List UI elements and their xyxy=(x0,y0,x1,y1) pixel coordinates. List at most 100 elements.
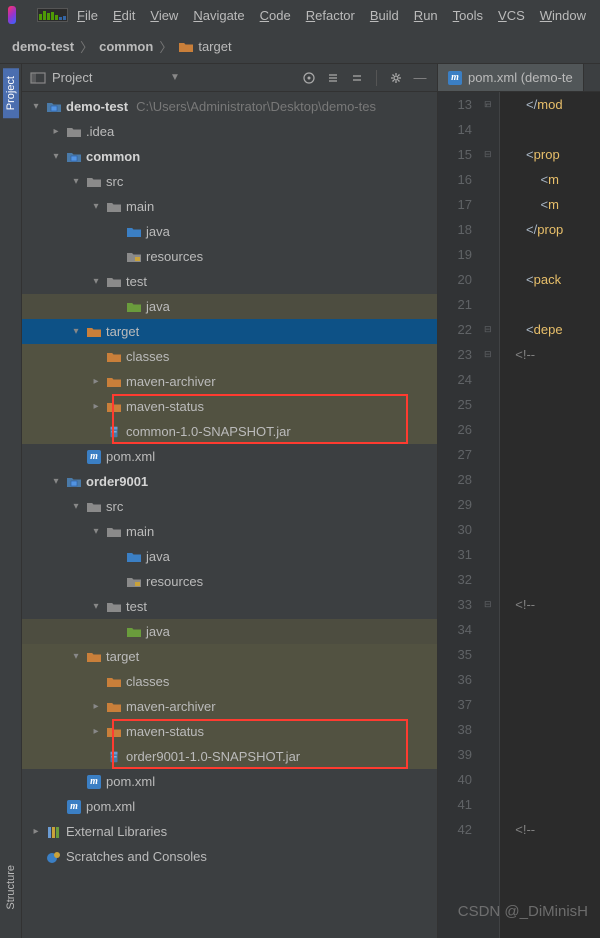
chevron-icon[interactable] xyxy=(110,251,122,262)
breadcrumb-demo-test[interactable]: demo-test xyxy=(12,39,74,54)
tree-item-maven-archiver[interactable]: ▸maven-archiver xyxy=(22,369,437,394)
chevron-icon[interactable]: ▸ xyxy=(90,701,102,712)
chevron-icon[interactable] xyxy=(110,226,122,237)
chevron-icon[interactable]: ▾ xyxy=(50,151,62,162)
fold-icon[interactable]: ⊟ xyxy=(484,324,492,335)
menu-code[interactable]: Code xyxy=(254,6,297,25)
tree-item-java[interactable]: java xyxy=(22,619,437,644)
dropdown-icon[interactable]: ▼ xyxy=(170,72,180,83)
chevron-icon[interactable]: ▾ xyxy=(90,276,102,287)
chevron-icon[interactable]: ▾ xyxy=(70,501,82,512)
performance-widget[interactable] xyxy=(37,8,68,22)
chevron-icon[interactable]: ▸ xyxy=(50,126,62,137)
line-number: 30 xyxy=(438,517,472,542)
chevron-icon[interactable] xyxy=(110,301,122,312)
tree-item-classes[interactable]: classes xyxy=(22,669,437,694)
tree-item-src[interactable]: ▾src xyxy=(22,494,437,519)
tree-item-target[interactable]: ▾target xyxy=(22,319,437,344)
tree-item-target[interactable]: ▾target xyxy=(22,644,437,669)
tree-item-src[interactable]: ▾src xyxy=(22,169,437,194)
menu-view[interactable]: View xyxy=(144,6,184,25)
menu-vcs[interactable]: VCS xyxy=(492,6,531,25)
menu-tools[interactable]: Tools xyxy=(447,6,489,25)
chevron-icon[interactable] xyxy=(70,776,82,787)
tree-item-java[interactable]: java xyxy=(22,219,437,244)
fold-icon[interactable]: ⊟ xyxy=(484,149,492,160)
chevron-icon[interactable]: ▸ xyxy=(90,376,102,387)
tree-item-classes[interactable]: classes xyxy=(22,344,437,369)
chevron-icon[interactable] xyxy=(70,451,82,462)
tree-item-demo-test[interactable]: ▾demo-testC:\Users\Administrator\Desktop… xyxy=(22,94,437,119)
tree-item-maven-status[interactable]: ▸maven-status xyxy=(22,394,437,419)
chevron-icon[interactable]: ▾ xyxy=(50,476,62,487)
menu-run[interactable]: Run xyxy=(408,6,444,25)
tree-item-main[interactable]: ▾main xyxy=(22,194,437,219)
tree-item-order9001-1-0-snapshot-jar[interactable]: order9001-1.0-SNAPSHOT.jar xyxy=(22,744,437,769)
rail-project[interactable]: Project xyxy=(3,68,19,118)
tree-item-test[interactable]: ▾test xyxy=(22,594,437,619)
editor-body[interactable]: 1314151617181920212223242526272829303132… xyxy=(438,92,600,938)
tree-item--idea[interactable]: ▸.idea xyxy=(22,119,437,144)
select-opened-file-icon[interactable] xyxy=(300,69,318,87)
line-number: 20 xyxy=(438,267,472,292)
chevron-icon[interactable]: ▾ xyxy=(90,526,102,537)
hide-icon[interactable]: — xyxy=(411,69,429,87)
chevron-icon[interactable] xyxy=(50,801,62,812)
project-tree[interactable]: ▾demo-testC:\Users\Administrator\Desktop… xyxy=(22,92,437,938)
tree-item-resources[interactable]: resources xyxy=(22,569,437,594)
fold-icon[interactable]: ⊟ xyxy=(484,349,492,360)
chevron-icon[interactable]: ▸ xyxy=(30,826,42,837)
chevron-icon[interactable] xyxy=(90,426,102,437)
rail-structure[interactable]: Structure xyxy=(3,857,19,918)
menu-file[interactable]: File xyxy=(71,6,104,25)
tree-item-pom-xml[interactable]: mpom.xml xyxy=(22,794,437,819)
chevron-icon[interactable]: ▾ xyxy=(70,176,82,187)
menu-build[interactable]: Build xyxy=(364,6,405,25)
tree-item-maven-archiver[interactable]: ▸maven-archiver xyxy=(22,694,437,719)
tree-item-pom-xml[interactable]: mpom.xml xyxy=(22,769,437,794)
tree-item-resources[interactable]: resources xyxy=(22,244,437,269)
tree-item-common-1-0-snapshot-jar[interactable]: common-1.0-SNAPSHOT.jar xyxy=(22,419,437,444)
chevron-icon[interactable] xyxy=(90,676,102,687)
tree-label: classes xyxy=(126,349,169,364)
line-number: 25 xyxy=(438,392,472,417)
chevron-icon[interactable]: ▾ xyxy=(70,651,82,662)
menu-refactor[interactable]: Refactor xyxy=(300,6,361,25)
chevron-icon[interactable] xyxy=(90,751,102,762)
breadcrumb-target[interactable]: target xyxy=(178,39,231,54)
tree-item-java[interactable]: java xyxy=(22,294,437,319)
chevron-icon[interactable]: ▾ xyxy=(30,101,42,112)
tree-item-pom-xml[interactable]: mpom.xml xyxy=(22,444,437,469)
project-view-label[interactable]: Project xyxy=(52,70,160,85)
chevron-icon[interactable]: ▸ xyxy=(90,726,102,737)
chevron-icon[interactable] xyxy=(110,626,122,637)
code-area[interactable]: </mod <prop <m <m </prop <pack <depe <!-… xyxy=(500,92,600,938)
editor-tab-pomxml[interactable]: m pom.xml (demo-te xyxy=(438,64,584,91)
fold-icon[interactable]: ⊟ xyxy=(484,599,492,610)
chevron-icon[interactable]: ▸ xyxy=(90,401,102,412)
tree-item-external-libraries[interactable]: ▸External Libraries xyxy=(22,819,437,844)
gear-icon[interactable] xyxy=(387,69,405,87)
chevron-icon[interactable]: ▾ xyxy=(90,601,102,612)
line-number: 19 xyxy=(438,242,472,267)
fold-gutter[interactable]: ⊟⊟⊟⊟⊟⌐ xyxy=(480,92,500,938)
expand-all-icon[interactable] xyxy=(324,69,342,87)
chevron-icon[interactable] xyxy=(110,576,122,587)
breadcrumb-common[interactable]: common xyxy=(99,39,153,54)
tree-item-maven-status[interactable]: ▸maven-status xyxy=(22,719,437,744)
chevron-icon[interactable] xyxy=(30,851,42,862)
menu-window[interactable]: Window xyxy=(534,6,592,25)
menu-navigate[interactable]: Navigate xyxy=(187,6,250,25)
chevron-icon[interactable]: ▾ xyxy=(70,326,82,337)
menu-edit[interactable]: Edit xyxy=(107,6,141,25)
tree-item-scratches-and-consoles[interactable]: Scratches and Consoles xyxy=(22,844,437,869)
chevron-icon[interactable] xyxy=(110,551,122,562)
chevron-icon[interactable]: ▾ xyxy=(90,201,102,212)
chevron-icon[interactable] xyxy=(90,351,102,362)
tree-item-main[interactable]: ▾main xyxy=(22,519,437,544)
tree-item-java[interactable]: java xyxy=(22,544,437,569)
collapse-all-icon[interactable] xyxy=(348,69,366,87)
tree-item-common[interactable]: ▾common xyxy=(22,144,437,169)
tree-item-order9001[interactable]: ▾order9001 xyxy=(22,469,437,494)
tree-item-test[interactable]: ▾test xyxy=(22,269,437,294)
